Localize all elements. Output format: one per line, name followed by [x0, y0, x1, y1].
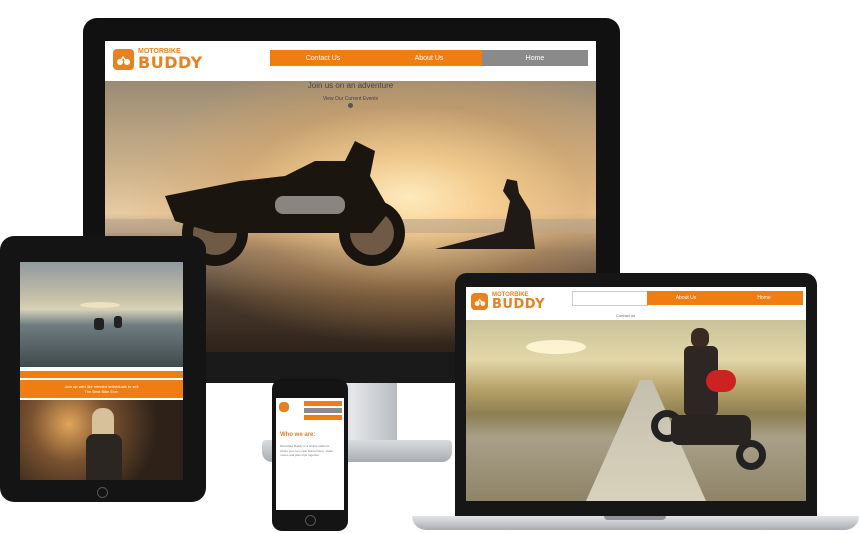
laptop-screen: MOTORBIKE BUDDY About Us Home Contact us — [466, 287, 806, 501]
laptop-nav-home[interactable]: Home — [725, 291, 803, 305]
laptop-site-header: MOTORBIKE BUDDY About Us Home Contact us — [466, 287, 806, 319]
laptop-nav-blank — [572, 291, 648, 306]
phone-logo[interactable] — [279, 402, 289, 412]
tablet-beach-image — [20, 262, 183, 367]
nav-about-us[interactable]: About Us — [376, 50, 482, 66]
phone-heading: Who we are: — [280, 432, 316, 438]
motorbike-logo-icon — [113, 49, 134, 70]
phone-nav-bar-1[interactable] — [304, 401, 342, 406]
laptop-notch — [604, 516, 666, 520]
nav-home[interactable]: Home — [482, 50, 588, 66]
phone-nav-bar-3[interactable] — [304, 415, 342, 420]
motorbike-logo-icon — [279, 402, 289, 412]
phone-home-button[interactable] — [305, 515, 316, 526]
tablet-banner: Join up with like minded individuals to … — [20, 380, 183, 398]
phone-screen: Who we are: Motorbike Buddy is a simple … — [276, 398, 344, 510]
nav-contact-us[interactable]: Contact Us — [270, 50, 376, 66]
laptop-nav-about-us[interactable]: About Us — [647, 291, 725, 305]
phone-body-text: Motorbike Buddy is a simple platform whe… — [280, 444, 334, 457]
logo-wordmark-big: BUDDY — [138, 53, 203, 72]
phone-nav-bar-2[interactable] — [304, 408, 342, 413]
motorbike-logo-icon — [471, 293, 488, 310]
laptop-logo[interactable]: MOTORBIKE BUDDY — [471, 292, 545, 311]
logo-wordmark-big: BUDDY — [492, 297, 546, 312]
desktop-site-header: MOTORBIKE BUDDY Contact Us About Us Home — [105, 41, 596, 81]
tablet-rider-image — [20, 400, 183, 480]
laptop-hero-image — [466, 320, 806, 501]
tablet-home-button[interactable] — [97, 487, 108, 498]
laptop-contact-link[interactable]: Contact us — [616, 313, 635, 318]
tablet-screen: Join up with like minded individuals to … — [20, 262, 183, 480]
tablet-orange-strip — [20, 371, 183, 378]
desktop-logo[interactable]: MOTORBIKE BUDDY — [113, 48, 203, 71]
tablet-banner-line-2: The Best Bike Ever — [84, 389, 119, 394]
